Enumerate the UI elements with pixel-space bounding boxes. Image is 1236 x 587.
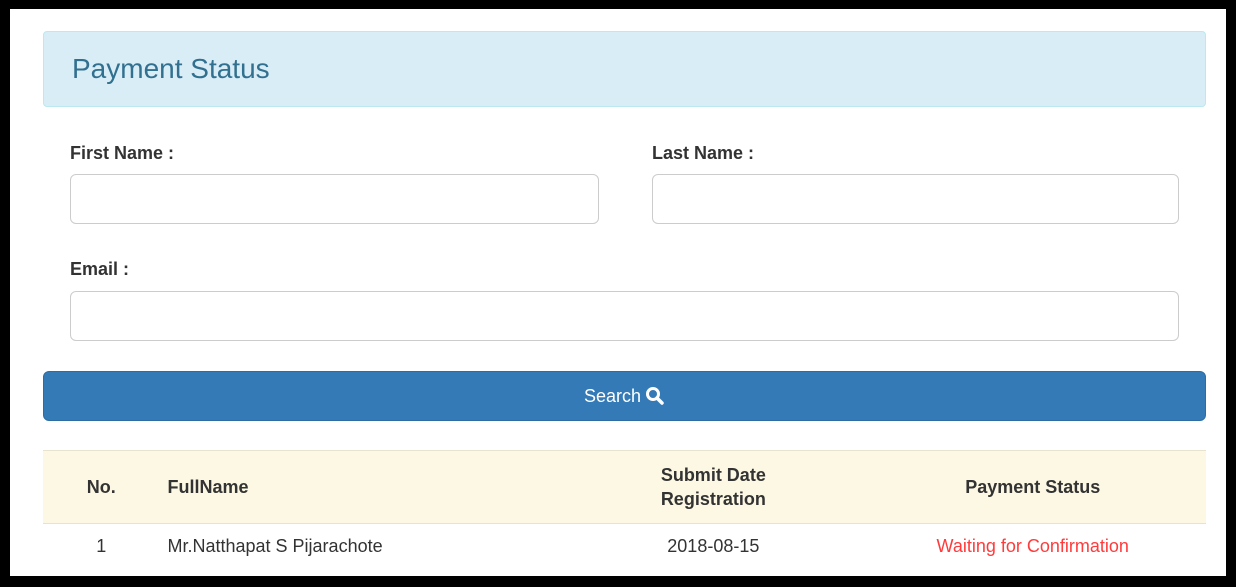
first-name-label: First Name : bbox=[70, 143, 175, 163]
column-header-no: No. bbox=[43, 450, 160, 524]
column-header-submit-date: Submit Date Registration bbox=[567, 450, 860, 524]
table-row: 1 Mr.Natthapat S Pijarachote 2018-08-15 … bbox=[43, 524, 1206, 569]
search-button[interactable]: Search bbox=[43, 371, 1206, 421]
row-submit-date: 2018-08-15 bbox=[667, 535, 760, 556]
payment-status-window: Payment Status First Name : Last Name : … bbox=[10, 9, 1226, 576]
first-name-field[interactable] bbox=[70, 174, 599, 224]
column-header-fullname: FullName bbox=[159, 450, 568, 524]
status-badge: Waiting for Confirmation bbox=[936, 535, 1129, 556]
page-title: Payment Status bbox=[72, 53, 270, 84]
search-button-label: Search bbox=[583, 385, 642, 406]
column-header-payment-status: Payment Status bbox=[859, 450, 1206, 524]
row-fullname: Mr.Natthapat S Pijarachote bbox=[167, 535, 383, 556]
column-header-submit-date-line2: Registration bbox=[660, 489, 766, 509]
payment-results-table: No. FullName Submit Date Registration Pa… bbox=[43, 450, 1206, 568]
last-name-label: Last Name : bbox=[652, 143, 755, 163]
search-icon bbox=[645, 386, 665, 406]
email-field[interactable] bbox=[70, 291, 1179, 341]
column-header-submit-date-line1: Submit Date bbox=[660, 465, 766, 485]
last-name-field[interactable] bbox=[652, 174, 1179, 224]
table-header-row: No. FullName Submit Date Registration Pa… bbox=[43, 450, 1206, 524]
row-number: 1 bbox=[96, 535, 107, 556]
email-label: Email : bbox=[70, 259, 130, 279]
panel-heading: Payment Status bbox=[43, 31, 1206, 107]
